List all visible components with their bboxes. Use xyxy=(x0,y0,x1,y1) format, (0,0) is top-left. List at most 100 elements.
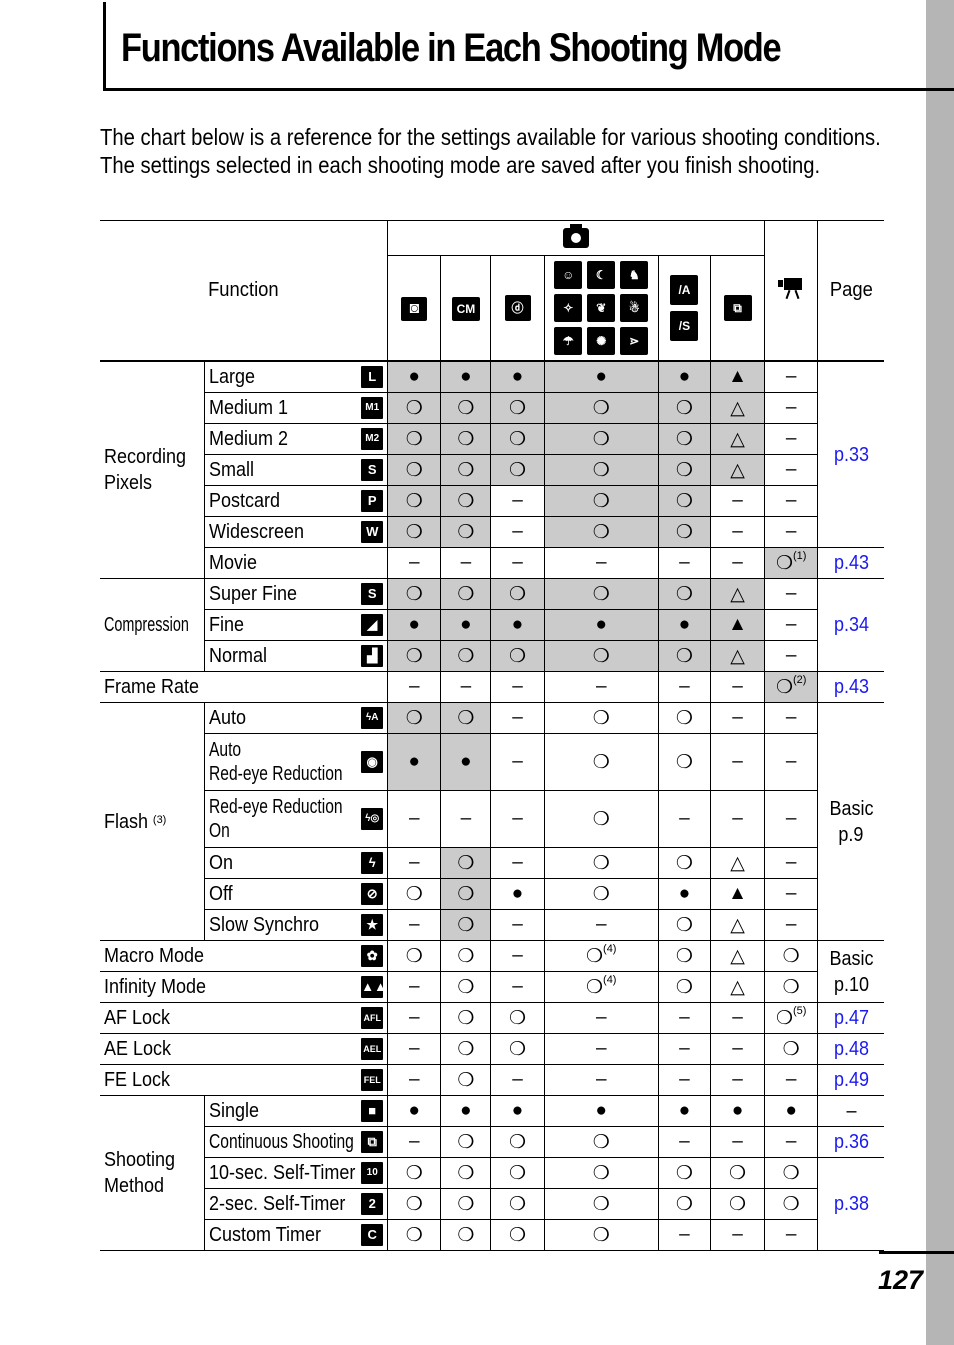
table-row: Off ⊘ ❍ ❍ ● ❍ ● ▲ – xyxy=(100,878,884,910)
availability-cell: – xyxy=(657,1219,711,1251)
availability-cell: ❍(4) xyxy=(543,940,659,972)
table-row: On ϟ – ❍ – ❍ ❍ △ – xyxy=(100,847,884,879)
table-row: Shooting Method Single ■ ● ● ● ● ● ● ● – xyxy=(100,1095,884,1251)
availability-cell: – xyxy=(657,1002,711,1034)
availability-cell: ❍ xyxy=(440,423,491,455)
stitch-assist-header: ⧉ xyxy=(709,255,765,362)
availability-cell: – xyxy=(764,578,818,610)
function-label: FE Lock FEL xyxy=(100,1064,388,1096)
table-row: Flash (3) Auto ϟA ❍ ❍ – ❍ ❍ – – Basic p.9 xyxy=(100,702,884,941)
function-icon: ⊘ xyxy=(361,883,384,905)
movie-mode-header xyxy=(764,220,818,362)
availability-cell: ❍ xyxy=(387,940,441,972)
availability-cell: – xyxy=(490,547,545,579)
color-accent-icon: /A xyxy=(670,275,699,305)
side-tab xyxy=(926,0,954,1345)
function-label: Small S xyxy=(203,454,388,486)
function-icon: ▟ xyxy=(361,645,384,667)
availability-cell: – xyxy=(490,671,545,703)
table-row: Infinity Mode ▲▲ – ❍ – ❍(4) ❍ △ ❍ xyxy=(100,971,884,1003)
page-link[interactable]: p.33 xyxy=(817,361,884,548)
page-link[interactable]: p.48 xyxy=(817,1033,884,1065)
function-label: Continuous Shooting ⧉ xyxy=(203,1126,388,1158)
function-icon: ◉ xyxy=(361,751,384,773)
availability-cell: ❍ xyxy=(440,1002,491,1034)
availability-cell: ❍ xyxy=(440,454,491,486)
functions-table: Function Page ◙ CM ⓓ ☺ ☾ ♞ ✧ ❦ ☃ ☂ ✺ ⋗ /… xyxy=(100,220,884,1251)
footnote-ref: (5) xyxy=(792,1004,807,1017)
availability-cell: ● xyxy=(440,1095,491,1127)
page-link[interactable]: p.36 xyxy=(817,1126,884,1158)
function-label: Custom Timer C xyxy=(203,1219,388,1251)
availability-cell: ❍ xyxy=(440,516,491,548)
kids-pets-icon: ♞ xyxy=(620,261,649,289)
group-label: Flash (3) xyxy=(100,702,205,941)
availability-cell: ❍ xyxy=(387,702,441,734)
availability-cell: ❍ xyxy=(657,909,711,941)
availability-cell: – xyxy=(764,909,818,941)
availability-cell: ❍ xyxy=(387,878,441,910)
function-icon: FEL xyxy=(361,1069,384,1091)
page-link[interactable]: p.43 xyxy=(817,671,884,703)
availability-cell: ❍ xyxy=(387,1157,441,1189)
function-label: Infinity Mode ▲▲ xyxy=(100,971,388,1003)
function-label: Normal ▟ xyxy=(203,640,388,672)
availability-cell: ❍ xyxy=(490,578,545,610)
availability-cell: ❍ xyxy=(440,1219,491,1251)
availability-cell: – xyxy=(709,516,765,548)
page-link[interactable]: p.38 xyxy=(817,1157,884,1251)
availability-cell: – xyxy=(440,671,491,703)
availability-cell: ❍ xyxy=(543,1157,659,1189)
availability-cell: – xyxy=(657,790,711,848)
availability-cell: – xyxy=(387,547,441,579)
page-link[interactable]: p.43 xyxy=(817,547,884,579)
function-icon: 10 xyxy=(361,1162,384,1184)
availability-cell: ❍ xyxy=(490,640,545,672)
availability-cell: ❍ xyxy=(440,847,491,879)
availability-cell: ❍ xyxy=(440,1157,491,1189)
availability-cell: ● xyxy=(764,1095,818,1127)
availability-cell: – xyxy=(490,971,545,1003)
availability-cell: ❍ xyxy=(709,1188,765,1220)
availability-cell: – xyxy=(764,423,818,455)
availability-cell: ❍ xyxy=(387,516,441,548)
availability-cell: – xyxy=(764,454,818,486)
availability-cell: ❍ xyxy=(440,1126,491,1158)
availability-cell: ❍(1) xyxy=(764,547,818,579)
function-icon: ✿ xyxy=(361,945,384,967)
page-link[interactable]: p.34 xyxy=(817,578,884,672)
availability-cell: – xyxy=(387,1033,441,1065)
availability-cell: ● xyxy=(657,361,711,393)
function-label: Slow Synchro ★ xyxy=(203,909,388,941)
availability-cell: ❍ xyxy=(490,1219,545,1251)
availability-cell: ❍ xyxy=(387,454,441,486)
page-link[interactable]: p.47 xyxy=(817,1002,884,1034)
availability-cell: ❍ xyxy=(543,485,659,517)
table-row: Medium 2 M2 ❍ ❍ ❍ ❍ ❍ △ – xyxy=(100,423,884,455)
page-number: 127 xyxy=(878,1265,924,1295)
availability-cell: ❍ xyxy=(657,392,711,424)
availability-cell: ❍ xyxy=(387,392,441,424)
availability-cell: ❍ xyxy=(764,1157,818,1189)
availability-cell: ❍ xyxy=(543,702,659,734)
function-label: Macro Mode ✿ xyxy=(100,940,388,972)
availability-cell: – xyxy=(709,1219,765,1251)
availability-cell: – xyxy=(709,790,765,848)
page-title: Functions Available in Each Shooting Mod… xyxy=(121,26,782,70)
availability-cell: – xyxy=(709,547,765,579)
function-icon: C xyxy=(361,1224,384,1246)
availability-cell: ❍ xyxy=(387,1219,441,1251)
availability-cell: ❍ xyxy=(543,640,659,672)
availability-cell: ● xyxy=(387,1095,441,1127)
function-icon: ■ xyxy=(361,1100,384,1122)
availability-cell: – xyxy=(387,971,441,1003)
availability-cell: – xyxy=(543,909,659,941)
availability-cell: ● xyxy=(387,733,441,791)
page-link[interactable]: p.49 xyxy=(817,1064,884,1096)
availability-cell: ❍ xyxy=(543,454,659,486)
availability-cell: ❍ xyxy=(440,702,491,734)
availability-cell: ❍ xyxy=(440,485,491,517)
availability-cell: – xyxy=(543,1033,659,1065)
availability-cell: ● xyxy=(543,609,659,641)
indoor-icon: ✧ xyxy=(554,294,583,322)
